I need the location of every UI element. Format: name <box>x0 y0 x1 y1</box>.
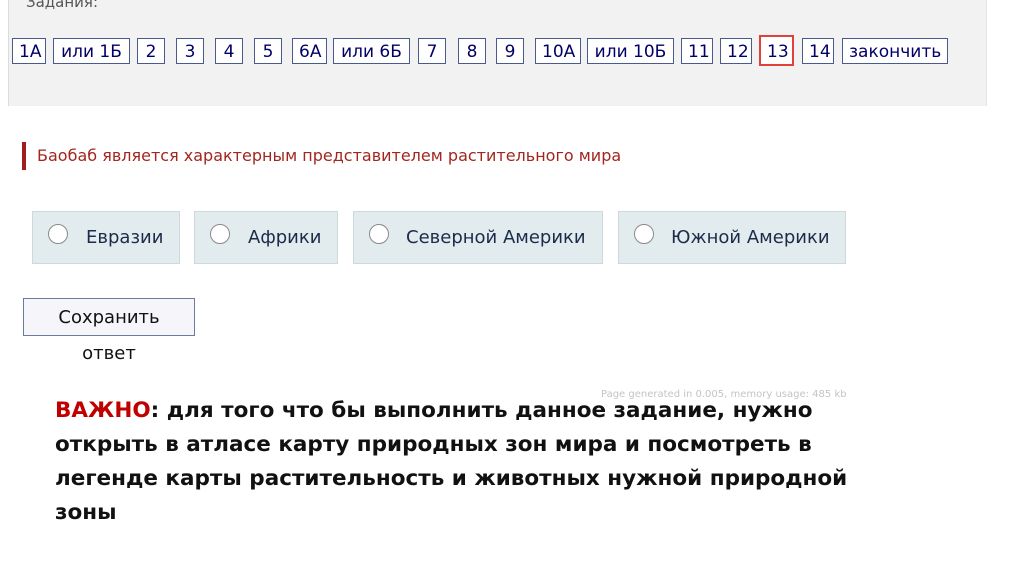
instruction-note: ВАЖНО: для того что бы выполнить данное … <box>55 394 895 530</box>
tasks-label: Задания: <box>26 0 99 11</box>
task-button-1b[interactable]: или 1Б <box>53 38 130 64</box>
task-button-7[interactable]: 7 <box>418 38 446 64</box>
task-button-5[interactable]: 5 <box>254 38 282 64</box>
option-north-america[interactable]: Северной Америки <box>353 211 603 264</box>
radio-circle-icon[interactable] <box>210 224 230 244</box>
save-answer-button[interactable]: Сохранить ответ <box>23 298 195 364</box>
finish-button[interactable]: закончить <box>842 38 948 64</box>
task-button-1a[interactable]: 1А <box>12 38 46 64</box>
radio-circle-icon[interactable] <box>634 224 654 244</box>
radio-circle-icon[interactable] <box>48 224 68 244</box>
option-eurasia[interactable]: Евразии <box>32 211 180 264</box>
task-button-13-active[interactable]: 13 <box>759 35 794 66</box>
option-label: Северной Америки <box>406 227 586 248</box>
option-south-america[interactable]: Южной Америки <box>618 211 846 264</box>
task-button-12[interactable]: 12 <box>720 38 752 64</box>
option-africa[interactable]: Африки <box>194 211 338 264</box>
task-button-10b[interactable]: или 10Б <box>587 38 674 64</box>
task-button-4[interactable]: 4 <box>215 38 243 64</box>
task-button-10a[interactable]: 10А <box>535 38 581 64</box>
task-button-11[interactable]: 11 <box>681 38 713 64</box>
task-button-9[interactable]: 9 <box>496 38 524 64</box>
question-text: Баобаб является характерным представител… <box>22 142 621 170</box>
option-label: Южной Америки <box>671 227 830 248</box>
task-button-3[interactable]: 3 <box>176 38 204 64</box>
task-button-2[interactable]: 2 <box>137 38 165 64</box>
task-button-6b[interactable]: или 6Б <box>333 38 410 64</box>
radio-circle-icon[interactable] <box>369 224 389 244</box>
option-label: Африки <box>248 227 322 248</box>
task-button-8[interactable]: 8 <box>458 38 486 64</box>
task-button-14[interactable]: 14 <box>802 38 834 64</box>
important-label: ВАЖНО <box>55 398 151 423</box>
option-label: Евразии <box>86 227 164 248</box>
task-button-6a[interactable]: 6А <box>292 38 327 64</box>
note-text: : для того что бы выполнить данное задан… <box>55 398 848 525</box>
